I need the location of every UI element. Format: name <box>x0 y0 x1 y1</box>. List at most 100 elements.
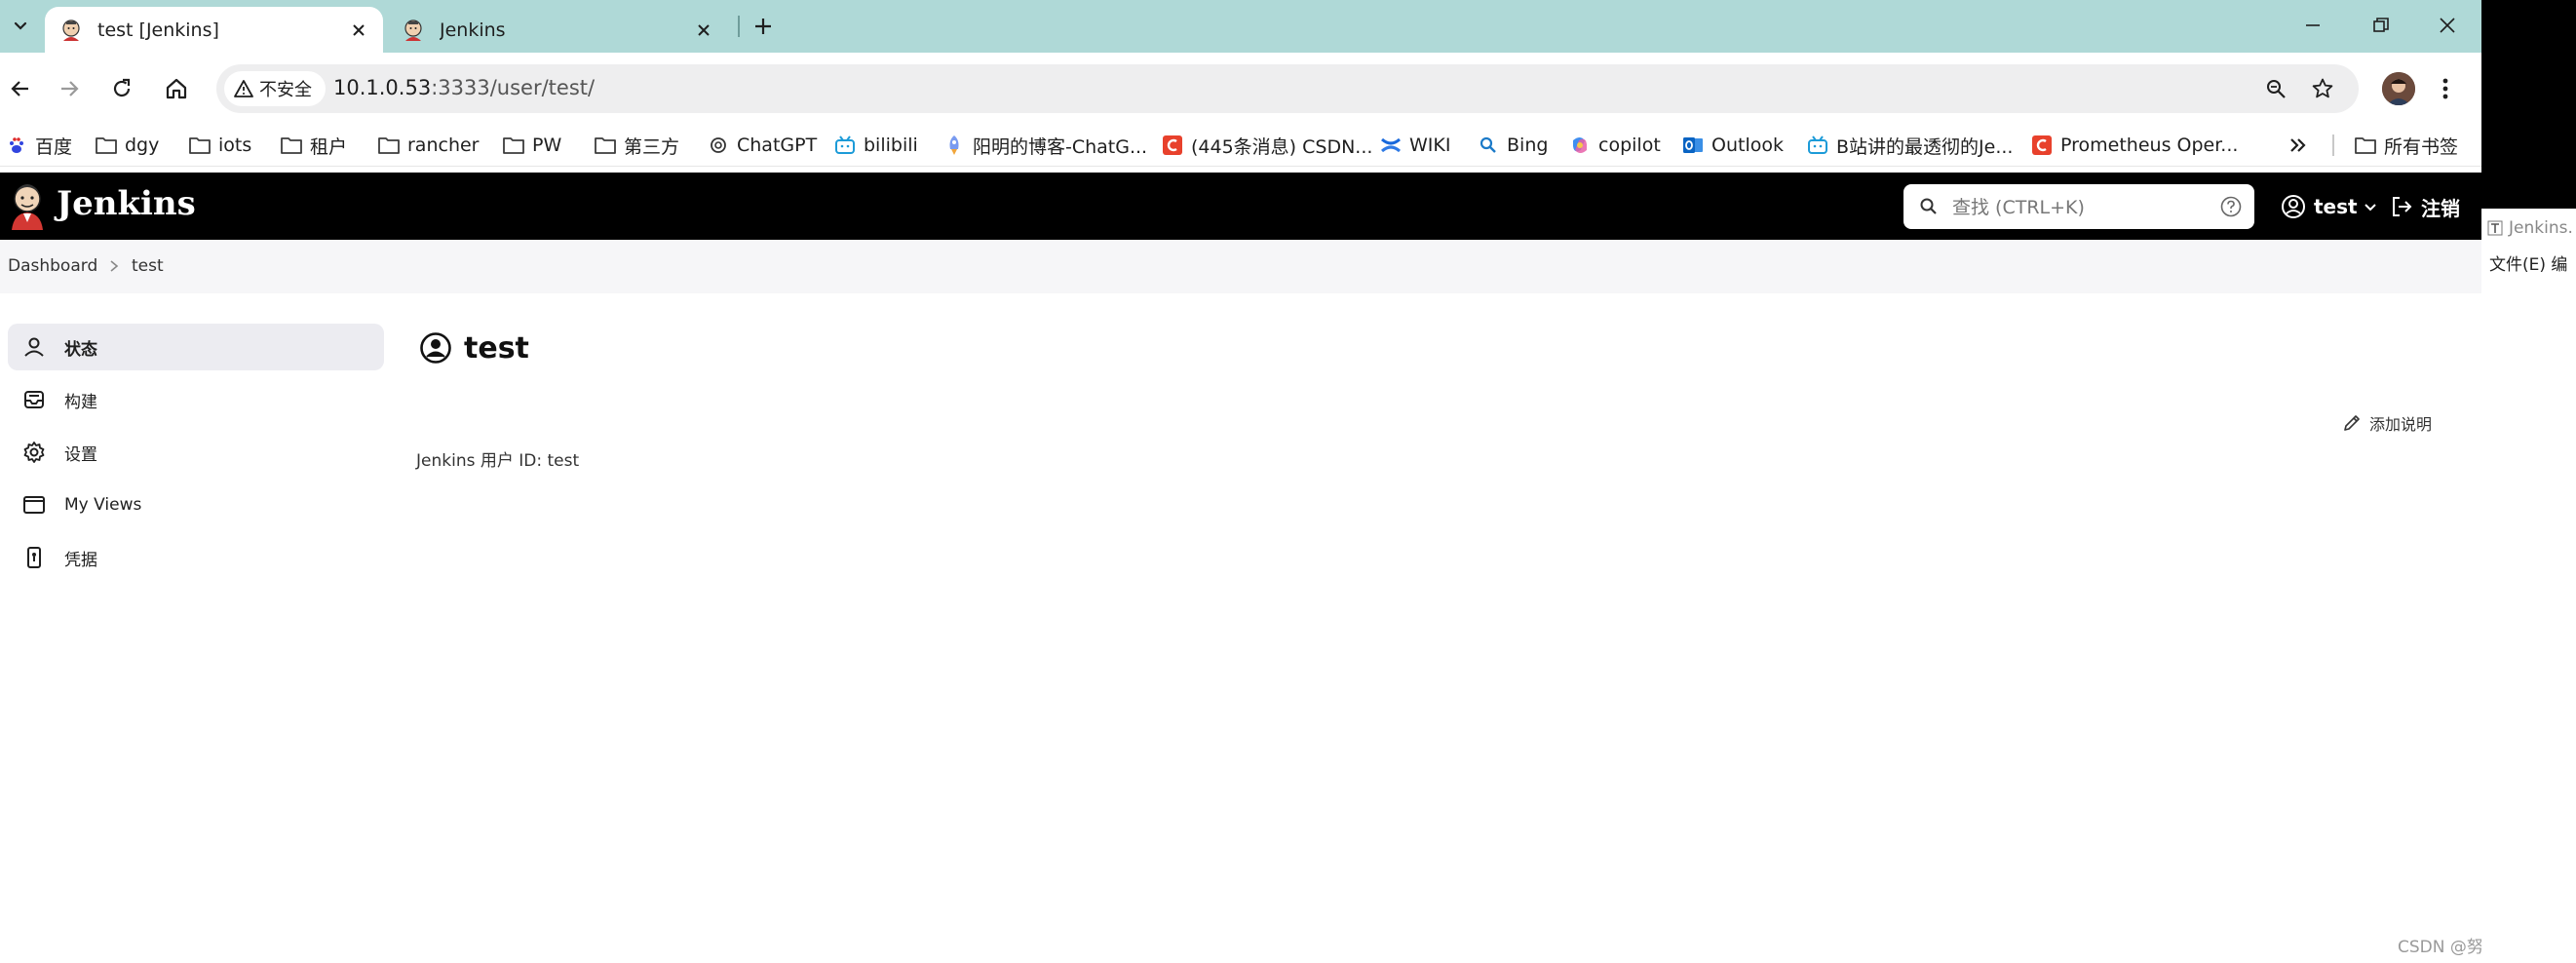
arrow-left-icon <box>11 81 28 96</box>
bookmarks-separator <box>2332 135 2334 156</box>
bookmark-dgy[interactable]: dgy <box>96 133 159 158</box>
close-icon <box>698 23 710 36</box>
bookmark-pw[interactable]: PW <box>503 133 561 158</box>
browser-toolbar: 不安全 10.1.0.53:3333/user/test/ <box>0 53 2481 125</box>
folder-icon <box>281 137 302 154</box>
warning-icon <box>234 80 253 97</box>
tab-title: Jenkins <box>440 19 506 41</box>
breadcrumb-test[interactable]: test <box>132 256 164 276</box>
bookmark-thirdparty[interactable]: 第三方 <box>595 133 679 158</box>
bookmark-star-button[interactable] <box>2310 76 2335 101</box>
user-circle-icon <box>420 332 451 364</box>
gear-icon <box>23 442 45 463</box>
close-icon <box>2440 18 2455 33</box>
security-chip[interactable]: 不安全 <box>224 71 326 106</box>
security-label: 不安全 <box>259 80 312 100</box>
search-icon <box>1920 198 1937 214</box>
add-description-button[interactable]: 添加说明 <box>2342 411 2432 435</box>
help-icon[interactable] <box>2219 195 2243 218</box>
star-icon <box>2312 78 2333 98</box>
all-bookmarks-button[interactable]: 所有书签 <box>2355 133 2458 158</box>
tab-test-jenkins[interactable]: test [Jenkins] <box>45 7 383 53</box>
breadcrumb: Dashboard test <box>0 240 2481 293</box>
jenkins-brand[interactable]: Jenkins <box>57 184 196 223</box>
restore-icon <box>2373 18 2389 32</box>
profile-avatar[interactable] <box>2382 72 2415 105</box>
forward-button[interactable] <box>53 72 86 105</box>
bookmark-iots[interactable]: iots <box>189 133 251 158</box>
new-tab-button[interactable] <box>749 12 778 41</box>
close-window-button[interactable] <box>2423 8 2472 43</box>
jenkins-logo-icon[interactable] <box>8 181 47 230</box>
home-icon <box>166 78 187 99</box>
plus-icon <box>755 19 771 34</box>
folder-icon <box>2355 137 2376 154</box>
bookmark-baidu[interactable]: 百度 <box>6 133 72 158</box>
logout-icon <box>2393 197 2412 216</box>
sidebar-item-builds[interactable]: 构建 <box>8 376 384 423</box>
outlook-icon <box>1683 137 1703 153</box>
credentials-icon <box>27 547 41 568</box>
url-path: :3333/user/test/ <box>431 76 596 99</box>
user-icon <box>24 337 44 357</box>
bookmarks-bar: 百度 dgy iots 租户 rancher PW 第三方 ChatGPT bi… <box>0 125 2481 167</box>
bookmark-chatgpt[interactable]: ChatGPT <box>708 133 817 158</box>
tab-close-button[interactable] <box>693 19 714 41</box>
search-icon <box>1480 136 1496 153</box>
more-vert-icon <box>2442 78 2448 99</box>
folder-icon <box>503 137 524 154</box>
back-button[interactable] <box>4 72 37 105</box>
chevron-down-icon <box>14 21 27 30</box>
url-text[interactable]: 10.1.0.53:3333/user/test/ <box>333 76 595 99</box>
sidebar-item-settings[interactable]: 设置 <box>8 429 384 476</box>
pencil-icon <box>2344 415 2360 431</box>
tab-jenkins[interactable]: Jenkins <box>387 7 728 53</box>
bookmark-rancher[interactable]: rancher <box>378 133 480 158</box>
reload-button[interactable] <box>105 72 138 105</box>
background-window-dark-area <box>2481 0 2576 209</box>
sidebar-item-status[interactable]: 状态 <box>8 324 384 370</box>
tab-strip: test [Jenkins] Jenkins <box>0 0 2481 53</box>
reload-icon <box>113 78 131 97</box>
restore-button[interactable] <box>2357 8 2405 43</box>
bookmark-wiki[interactable]: WIKI <box>1380 133 1450 158</box>
inbox-icon <box>24 391 44 408</box>
bookmark-tenant[interactable]: 租户 <box>281 133 347 158</box>
bookmark-outlook[interactable]: Outlook <box>1682 133 1784 158</box>
chevron-down-icon <box>2364 204 2376 212</box>
zoom-button[interactable] <box>2263 76 2288 101</box>
logout-button[interactable]: 注销 <box>2390 192 2460 221</box>
bookmarks-overflow-button[interactable] <box>2288 133 2308 158</box>
add-description-label: 添加说明 <box>2369 415 2433 434</box>
bookmark-copilot[interactable]: copilot <box>1569 133 1661 158</box>
bookmark-bing[interactable]: Bing <box>1478 133 1548 158</box>
bookmark-yangming-blog[interactable]: 阳明的博客-ChatG... <box>943 133 1147 158</box>
tab-separator <box>738 16 740 37</box>
url-host: 10.1.0.53 <box>333 76 432 99</box>
home-button[interactable] <box>160 72 193 105</box>
bookmark-csdn[interactable]: (445条消息) CSDN... <box>1162 133 1372 158</box>
close-icon <box>353 23 365 36</box>
user-menu-button[interactable]: test <box>2281 192 2377 221</box>
rocket-icon <box>949 135 959 155</box>
address-bar[interactable]: 不安全 10.1.0.53:3333/user/test/ <box>216 64 2359 113</box>
sidebar-item-credentials[interactable]: 凭据 <box>8 534 384 581</box>
bilibili-icon <box>1808 135 1827 154</box>
paw-icon <box>10 137 23 153</box>
jenkins-search-input[interactable] <box>1950 192 2208 223</box>
breadcrumb-dashboard[interactable]: Dashboard <box>8 256 97 276</box>
csdn-icon <box>2032 135 2052 155</box>
jenkins-search-box <box>1903 184 2254 229</box>
bookmark-bilibili-jenkins[interactable]: B站讲的最透彻的Je... <box>1807 133 2013 158</box>
bookmark-prometheus[interactable]: Prometheus Oper... <box>2031 133 2238 158</box>
sidebar-item-my-views[interactable]: My Views <box>8 482 384 528</box>
tab-close-button[interactable] <box>348 19 369 41</box>
tab-search-button[interactable] <box>6 12 35 41</box>
csdn-icon <box>1163 135 1182 155</box>
minimize-button[interactable] <box>2288 8 2337 43</box>
page-title: test <box>419 328 529 367</box>
background-window-title: Jenkins. <box>2487 218 2573 238</box>
folder-icon <box>378 137 400 154</box>
browser-menu-button[interactable] <box>2431 72 2460 105</box>
bookmark-bilibili[interactable]: bilibili <box>834 133 918 158</box>
